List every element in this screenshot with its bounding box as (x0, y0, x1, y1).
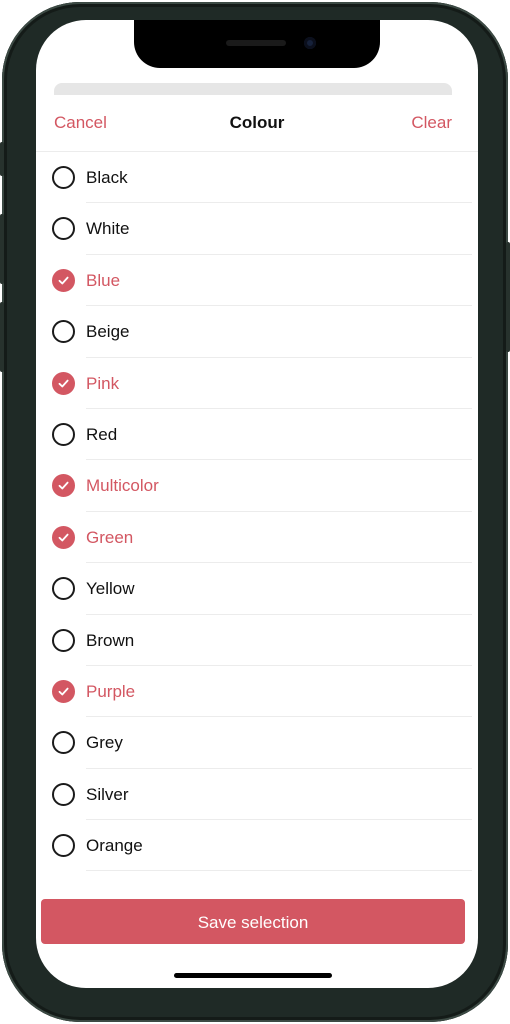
colour-option-blue[interactable]: Blue (36, 255, 478, 307)
checkmark-icon (58, 276, 69, 285)
screen: Cancel Colour Clear Black White Blue Beige P… (36, 20, 478, 988)
front-camera (304, 37, 316, 49)
colour-option-silver[interactable]: Silver (36, 769, 478, 821)
colour-option-white[interactable]: White (36, 203, 478, 256)
checked-circle-icon (52, 679, 75, 703)
unchecked-circle-icon (52, 782, 75, 806)
colour-option-label: Brown (86, 630, 135, 650)
colour-option-label: Black (86, 168, 128, 187)
save-selection-button[interactable]: Save selection (41, 899, 465, 944)
unchecked-circle-icon (52, 320, 75, 344)
colour-option-label: Purple (86, 681, 136, 701)
sheet-header: Cancel Colour Clear (36, 95, 478, 152)
colour-option-label: Grey (86, 733, 123, 753)
colour-option-beige[interactable]: Beige (36, 306, 478, 358)
colour-option-purple[interactable]: Purple (36, 666, 478, 718)
colour-option-label: Red (86, 424, 118, 444)
colour-option-label: White (86, 219, 130, 239)
colour-option-green[interactable]: Green (36, 512, 478, 564)
checked-circle-icon (52, 371, 75, 395)
notch (134, 20, 380, 68)
speaker-grille (226, 40, 286, 46)
unchecked-circle-icon (52, 166, 75, 189)
colour-option-multicolor[interactable]: Multicolor (36, 460, 478, 513)
volume-up-button (0, 214, 4, 284)
checkmark-icon (58, 379, 69, 387)
unchecked-circle-icon (52, 422, 75, 446)
colour-option-red[interactable]: Red (36, 409, 478, 461)
phone-frame: Cancel Colour Clear Black White Blue Beige P… (0, 2, 510, 1022)
background-sheet-edge (54, 83, 452, 95)
colour-option-label: Yellow (86, 579, 135, 599)
home-indicator (174, 973, 332, 978)
checked-circle-icon (52, 474, 75, 498)
colour-option-label: Silver (86, 784, 129, 804)
colour-option-label: Pink (86, 373, 120, 393)
list-bottom-edge (36, 886, 478, 894)
checked-circle-icon (52, 268, 75, 292)
power-button (506, 242, 510, 352)
unchecked-circle-icon (52, 217, 75, 241)
colour-list[interactable]: Black White Blue Beige Pink Red Multicolor Gree… (36, 152, 478, 892)
checkmark-icon (58, 533, 69, 542)
colour-option-pink[interactable]: Pink (36, 358, 478, 410)
unchecked-circle-icon (52, 834, 75, 858)
unchecked-circle-icon (52, 731, 75, 755)
colour-option-label: Green (86, 527, 134, 547)
colour-option-black[interactable]: Black (36, 152, 478, 204)
colour-option-label: Blue (86, 270, 121, 290)
colour-option-label: Multicolor (86, 476, 159, 496)
checked-circle-icon (52, 525, 75, 549)
colour-option-label: Beige (86, 322, 130, 342)
clear-button[interactable]: Clear (411, 113, 452, 133)
volume-down-button (0, 302, 4, 372)
checkmark-icon (58, 482, 69, 490)
colour-option-grey[interactable]: Grey (36, 717, 478, 770)
unchecked-circle-icon (52, 577, 75, 601)
unchecked-circle-icon (52, 628, 75, 652)
colour-option-orange[interactable]: Orange (36, 820, 478, 872)
silent-switch (0, 142, 4, 176)
checkmark-icon (58, 687, 69, 696)
colour-option-label: Orange (86, 836, 143, 856)
colour-option-yellow[interactable]: Yellow (36, 563, 478, 615)
colour-option-brown[interactable]: Brown (36, 615, 478, 667)
